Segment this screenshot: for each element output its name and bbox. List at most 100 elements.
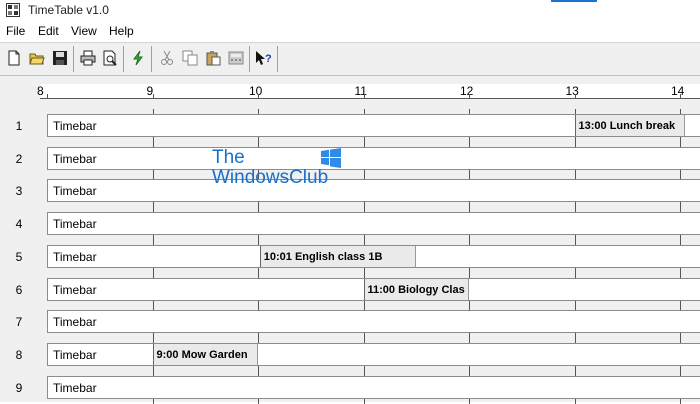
toolbar-separator — [249, 46, 250, 72]
row-hour-tick — [574, 207, 576, 212]
timetable-event[interactable]: 10:01 English class 1B — [259, 246, 417, 267]
row-hour-tick — [680, 207, 681, 212]
window-title: TimeTable v1.0 — [28, 3, 109, 17]
timebar-row[interactable]: Timebar — [47, 212, 700, 235]
row-hour-tick — [258, 240, 259, 245]
row-hour-tick — [469, 142, 470, 147]
row-hour-tick — [469, 109, 470, 114]
row-hour-tick — [574, 305, 576, 310]
timebar-label: Timebar — [53, 152, 97, 166]
hour-ruler — [40, 84, 700, 99]
row-hour-tick — [363, 371, 365, 376]
new-button[interactable] — [4, 48, 24, 68]
row-hour-tick — [152, 371, 154, 376]
row-hour-tick — [152, 109, 154, 114]
row-hour-tick — [152, 338, 154, 343]
row-hour-tick — [680, 109, 681, 114]
toolbar: ? — [0, 42, 700, 76]
row-hour-tick — [574, 142, 576, 147]
row-hour-tick — [152, 273, 154, 278]
row-number: 8 — [15, 348, 23, 362]
copy-icon — [182, 50, 198, 66]
menu-edit[interactable]: Edit — [38, 24, 59, 38]
row-number: 3 — [15, 184, 23, 198]
cut-button[interactable] — [157, 48, 177, 68]
row-hour-tick — [363, 207, 365, 212]
windows-logo-icon — [321, 148, 341, 168]
row-hour-tick — [680, 371, 681, 376]
help-pointer-icon: ? — [256, 51, 272, 65]
row-number: 7 — [15, 315, 23, 329]
row-hour-tick — [258, 273, 259, 278]
menu-view[interactable]: View — [71, 24, 97, 38]
row-number: 6 — [15, 283, 23, 297]
timetable-event[interactable]: 13:00 Lunch break — [574, 115, 686, 136]
open-button[interactable] — [27, 48, 47, 68]
hour-tick — [47, 94, 48, 99]
timebar-row[interactable]: Timebar — [47, 310, 700, 333]
row-number: 4 — [15, 217, 23, 231]
hour-label-8: 8 — [37, 84, 44, 98]
row-hour-tick — [258, 371, 259, 376]
print-preview-button[interactable] — [100, 48, 120, 68]
hour-tick — [469, 94, 470, 99]
row-hour-tick — [152, 240, 154, 245]
title-accent — [551, 0, 597, 2]
row-hour-tick — [152, 174, 154, 179]
row-hour-tick — [680, 305, 681, 310]
timebar-row[interactable]: Timebar — [47, 376, 700, 399]
row-hour-tick — [258, 142, 259, 147]
row-hour-tick — [469, 240, 470, 245]
timebar-label: Timebar — [53, 381, 97, 395]
hour-tick — [363, 94, 365, 99]
timebar-row[interactable]: Timebar — [47, 147, 700, 170]
row-hour-tick — [680, 142, 681, 147]
row-hour-tick — [574, 240, 576, 245]
print-button[interactable] — [78, 48, 98, 68]
row-hour-tick — [680, 273, 681, 278]
paste-button[interactable] — [203, 48, 223, 68]
calculator-button[interactable] — [226, 48, 246, 68]
lightning-icon — [133, 50, 143, 66]
row-hour-tick — [574, 109, 576, 114]
open-icon — [29, 53, 45, 65]
row-hour-tick — [363, 109, 365, 114]
timetable-event[interactable]: 11:00 Biology Clas — [363, 279, 469, 300]
menu-file[interactable]: File — [6, 24, 25, 38]
row-number: 1 — [15, 119, 23, 133]
context-help-button[interactable]: ? — [254, 48, 274, 68]
timetable-event[interactable]: 9:00 Mow Garden — [152, 344, 258, 365]
menu-help[interactable]: Help — [109, 24, 134, 38]
new-icon — [8, 50, 20, 66]
row-hour-tick — [680, 174, 681, 179]
timebar-row[interactable]: Timebar — [47, 179, 700, 202]
row-number: 2 — [15, 152, 23, 166]
timebar-row[interactable]: Timebar — [47, 343, 700, 366]
svg-text:?: ? — [265, 53, 272, 65]
lightning-button[interactable] — [128, 48, 148, 68]
cut-icon — [161, 50, 173, 65]
hour-label-10: 10 — [249, 84, 263, 98]
timebar-label: Timebar — [53, 315, 97, 329]
menu-bar: File Edit View Help — [0, 21, 700, 41]
watermark: The WindowsClub — [212, 148, 328, 188]
hour-label-11: 11 — [354, 84, 367, 98]
watermark-line1: The — [212, 147, 245, 168]
row-hour-tick — [258, 338, 259, 343]
row-hour-tick — [152, 142, 154, 147]
row-hour-tick — [680, 240, 681, 245]
timebar-label: Timebar — [53, 119, 97, 133]
timebar-label: Timebar — [53, 250, 97, 264]
row-hour-tick — [258, 109, 259, 114]
timebar-label: Timebar — [53, 283, 97, 297]
row-hour-tick — [152, 207, 154, 212]
row-hour-tick — [574, 273, 576, 278]
row-hour-tick — [363, 273, 365, 278]
save-button[interactable] — [50, 48, 70, 68]
row-hour-tick — [363, 142, 365, 147]
row-number: 5 — [15, 250, 23, 264]
row-number: 9 — [15, 381, 23, 395]
copy-button[interactable] — [180, 48, 200, 68]
row-hour-tick — [363, 305, 365, 310]
row-hour-tick — [574, 338, 576, 343]
